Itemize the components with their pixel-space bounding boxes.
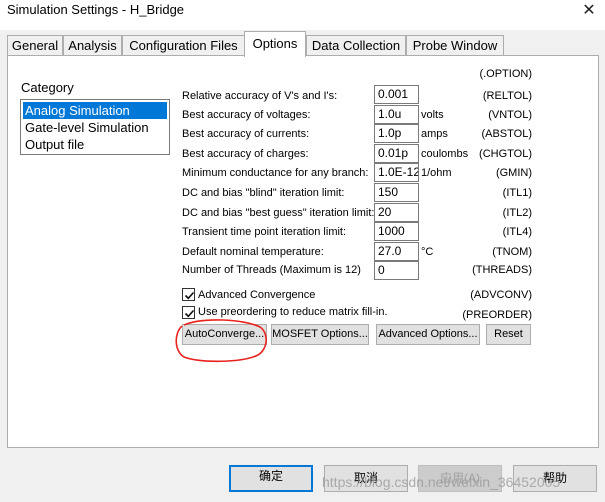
- category-item-output-file[interactable]: Output file: [23, 136, 84, 153]
- category-item-gate-level-simulation[interactable]: Gate-level Simulation: [23, 119, 149, 136]
- chgtol-input[interactable]: 0.01p: [374, 144, 419, 163]
- watermark: https://blog.csdn.net/weixin_36452005: [322, 474, 561, 490]
- param-code-abstol: (ABSTOL): [481, 128, 532, 140]
- param-label-gmin: Minimum conductance for any branch:: [182, 167, 369, 179]
- mosfet-options-button[interactable]: MOSFET Options...: [271, 324, 369, 345]
- param-code-gmin: (GMIN): [495, 167, 532, 179]
- abstol-input[interactable]: 1.0p: [374, 124, 419, 143]
- vntol-input[interactable]: 1.0u: [374, 105, 419, 124]
- options-content: Category Analog Simulation Gate-level Si…: [0, 0, 605, 502]
- itl4-input[interactable]: 1000: [374, 222, 419, 241]
- param-label-itl1: DC and bias "blind" iteration limit:: [182, 187, 345, 199]
- itl2-input[interactable]: 20: [374, 203, 419, 222]
- param-label-tnom: Default nominal temperature:: [182, 246, 324, 258]
- preorder-code: (PREORDER): [462, 309, 532, 321]
- gmin-input[interactable]: 1.0E-12: [374, 163, 419, 182]
- param-label-threads: Number of Threads (Maximum is 12): [182, 264, 361, 276]
- preorder-label: Use preordering to reduce matrix fill-in…: [198, 306, 388, 318]
- param-code-threads: (THREADS): [472, 264, 532, 276]
- reltol-input[interactable]: 0.001: [374, 85, 419, 104]
- param-code-reltol: (RELTOL): [482, 90, 532, 102]
- category-item-analog-simulation[interactable]: Analog Simulation: [23, 102, 167, 119]
- param-code-vntol: (VNTOL): [488, 109, 532, 121]
- category-listbox[interactable]: Analog Simulation Gate-level Simulation …: [20, 99, 170, 155]
- annotation-circle: [175, 319, 267, 363]
- category-label: Category: [21, 80, 74, 95]
- advconv-label: Advanced Convergence: [198, 289, 316, 301]
- param-unit-gmin: 1/ohm: [421, 167, 452, 179]
- ok-button[interactable]: 确定: [229, 465, 313, 492]
- threads-input[interactable]: 0: [374, 261, 419, 280]
- param-code-tnom: (TNOM): [492, 246, 532, 258]
- param-code-chgtol: (CHGTOL): [479, 148, 532, 160]
- option-header: (.OPTION): [479, 68, 532, 80]
- advanced-options-button[interactable]: Advanced Options...: [376, 324, 480, 345]
- param-code-itl4: (ITL4): [502, 226, 532, 238]
- param-label-itl4: Transient time point iteration limit:: [182, 226, 347, 238]
- param-code-itl2: (ITL2): [502, 207, 532, 219]
- advconv-checkbox[interactable]: [182, 288, 195, 301]
- itl1-input[interactable]: 150: [374, 183, 419, 202]
- param-unit-chgtol: coulombs: [421, 148, 469, 160]
- param-label-itl2: DC and bias "best guess" iteration limit…: [182, 207, 375, 219]
- param-unit-abstol: amps: [421, 128, 448, 140]
- param-label-reltol: Relative accuracy of V's and I's:: [182, 90, 338, 102]
- checkmark-icon: [184, 291, 195, 300]
- advconv-code: (ADVCONV): [470, 289, 532, 301]
- param-label-chgtol: Best accuracy of charges:: [182, 148, 309, 160]
- param-label-vntol: Best accuracy of voltages:: [182, 109, 311, 121]
- param-label-abstol: Best accuracy of currents:: [182, 128, 310, 140]
- reset-button[interactable]: Reset: [486, 324, 531, 345]
- param-unit-tnom: °C: [421, 246, 434, 258]
- param-code-itl1: (ITL1): [502, 187, 532, 199]
- param-unit-vntol: volts: [421, 109, 444, 121]
- tnom-input[interactable]: 27.0: [374, 242, 419, 261]
